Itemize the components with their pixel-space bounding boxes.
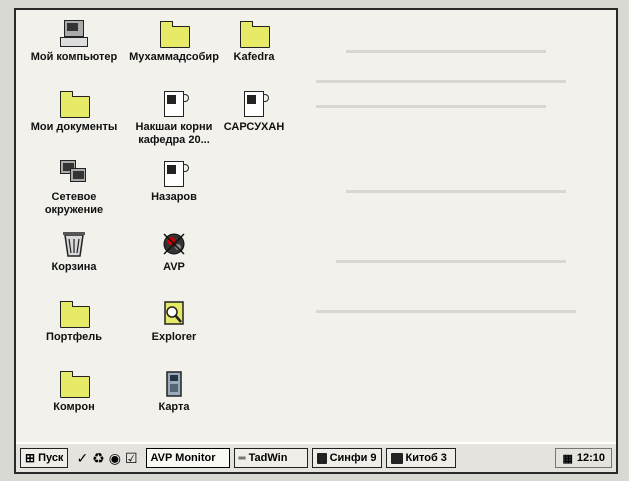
folder-icon	[58, 370, 90, 398]
avp-icon	[158, 230, 190, 258]
desktop-screen: Мой компьютер Мои документы Сетевое окру…	[14, 8, 618, 474]
background-text-line	[346, 190, 566, 193]
start-button[interactable]: ⊞ Пуск	[20, 448, 69, 468]
desktop-icon-my-documents[interactable]: Мои документы	[22, 90, 126, 134]
icon-label: Мои документы	[30, 121, 118, 133]
icon-label: Kafedra	[233, 51, 275, 63]
icon-label: Комрон	[53, 401, 95, 413]
icon-label: Сетевое окружение	[44, 191, 104, 216]
desktop-icon-network[interactable]: Сетевое окружение	[22, 160, 126, 217]
network-icon	[58, 160, 90, 188]
desktop-icon-sarsukhan[interactable]: САРСУХАН	[202, 90, 306, 134]
document-icon	[158, 160, 190, 188]
background-text-line	[316, 80, 566, 83]
taskbar: ⊞ Пуск ✓ ♻ ◉ ☑ AVP Monitor ═ TadWin Синф…	[16, 442, 616, 472]
quicklaunch-globe-icon[interactable]: ◉	[109, 450, 121, 467]
briefcase-icon	[58, 300, 90, 328]
icon-label: Портфель	[46, 331, 102, 343]
desktop-icon-komron[interactable]: Комрон	[22, 370, 126, 414]
background-text-line	[336, 260, 566, 263]
task-label: Китоб 3	[405, 452, 447, 464]
background-text-line	[346, 50, 546, 53]
desktop-icon-kafedra[interactable]: Kafedra	[202, 20, 306, 64]
background-text-line	[316, 310, 576, 313]
icon-label: AVP	[163, 261, 185, 273]
explorer-icon	[158, 300, 190, 328]
desktop-icon-my-computer[interactable]: Мой компьютер	[22, 20, 126, 64]
icon-label: Explorer	[151, 331, 197, 343]
windows-logo-icon: ⊞	[25, 451, 36, 465]
desktop-icon-nazarov[interactable]: Назаров	[122, 160, 226, 204]
icon-label: САРСУХАН	[223, 121, 285, 133]
task-label: TadWin	[248, 452, 288, 464]
folder-icon	[158, 20, 190, 48]
desktop-icon-briefcase[interactable]: Портфель	[22, 300, 126, 344]
recycle-bin-icon	[58, 230, 90, 258]
icon-label: Корзина	[51, 261, 97, 273]
task-label: Синфи 9	[329, 452, 377, 464]
folder-icon	[238, 20, 270, 48]
quicklaunch-check-icon[interactable]: ✓	[76, 450, 88, 467]
document-icon	[316, 452, 327, 464]
document-icon	[158, 90, 190, 118]
icon-label: Карта	[158, 401, 190, 413]
desktop-icon-karta[interactable]: Карта	[122, 370, 226, 414]
quicklaunch-desktop-icon[interactable]: ☑	[125, 450, 138, 467]
folder-icon	[58, 90, 90, 118]
task-sinfi[interactable]: Синфи 9	[311, 448, 382, 468]
desktop-icon-explorer[interactable]: Explorer	[122, 300, 226, 344]
task-tadwin[interactable]: ═ TadWin	[233, 448, 308, 468]
start-label: Пуск	[38, 452, 64, 464]
clock[interactable]: 12:10	[577, 452, 605, 464]
quick-launch: ✓ ♻ ◉ ☑	[72, 450, 141, 467]
document-icon	[390, 452, 403, 464]
task-label: AVP Monitor	[150, 452, 216, 464]
system-tray: ▦ 12:10	[555, 448, 612, 468]
task-avp-monitor[interactable]: AVP Monitor	[145, 448, 230, 468]
map-icon	[158, 370, 190, 398]
desktop-area: Мой компьютер Мои документы Сетевое окру…	[16, 10, 616, 442]
quicklaunch-cycle-icon[interactable]: ♻	[92, 450, 105, 467]
task-kitob[interactable]: Китоб 3	[385, 448, 456, 468]
background-text-line	[316, 105, 546, 108]
tray-app-icon[interactable]: ▦	[562, 452, 572, 465]
tadwin-icon: ═	[238, 452, 246, 464]
icon-label: Мой компьютер	[30, 51, 118, 63]
icon-label: Назаров	[151, 191, 197, 203]
document-icon	[238, 90, 270, 118]
desktop-icon-avp[interactable]: AVP	[122, 230, 226, 274]
computer-icon	[58, 20, 90, 48]
desktop-icon-recycle-bin[interactable]: Корзина	[22, 230, 126, 274]
